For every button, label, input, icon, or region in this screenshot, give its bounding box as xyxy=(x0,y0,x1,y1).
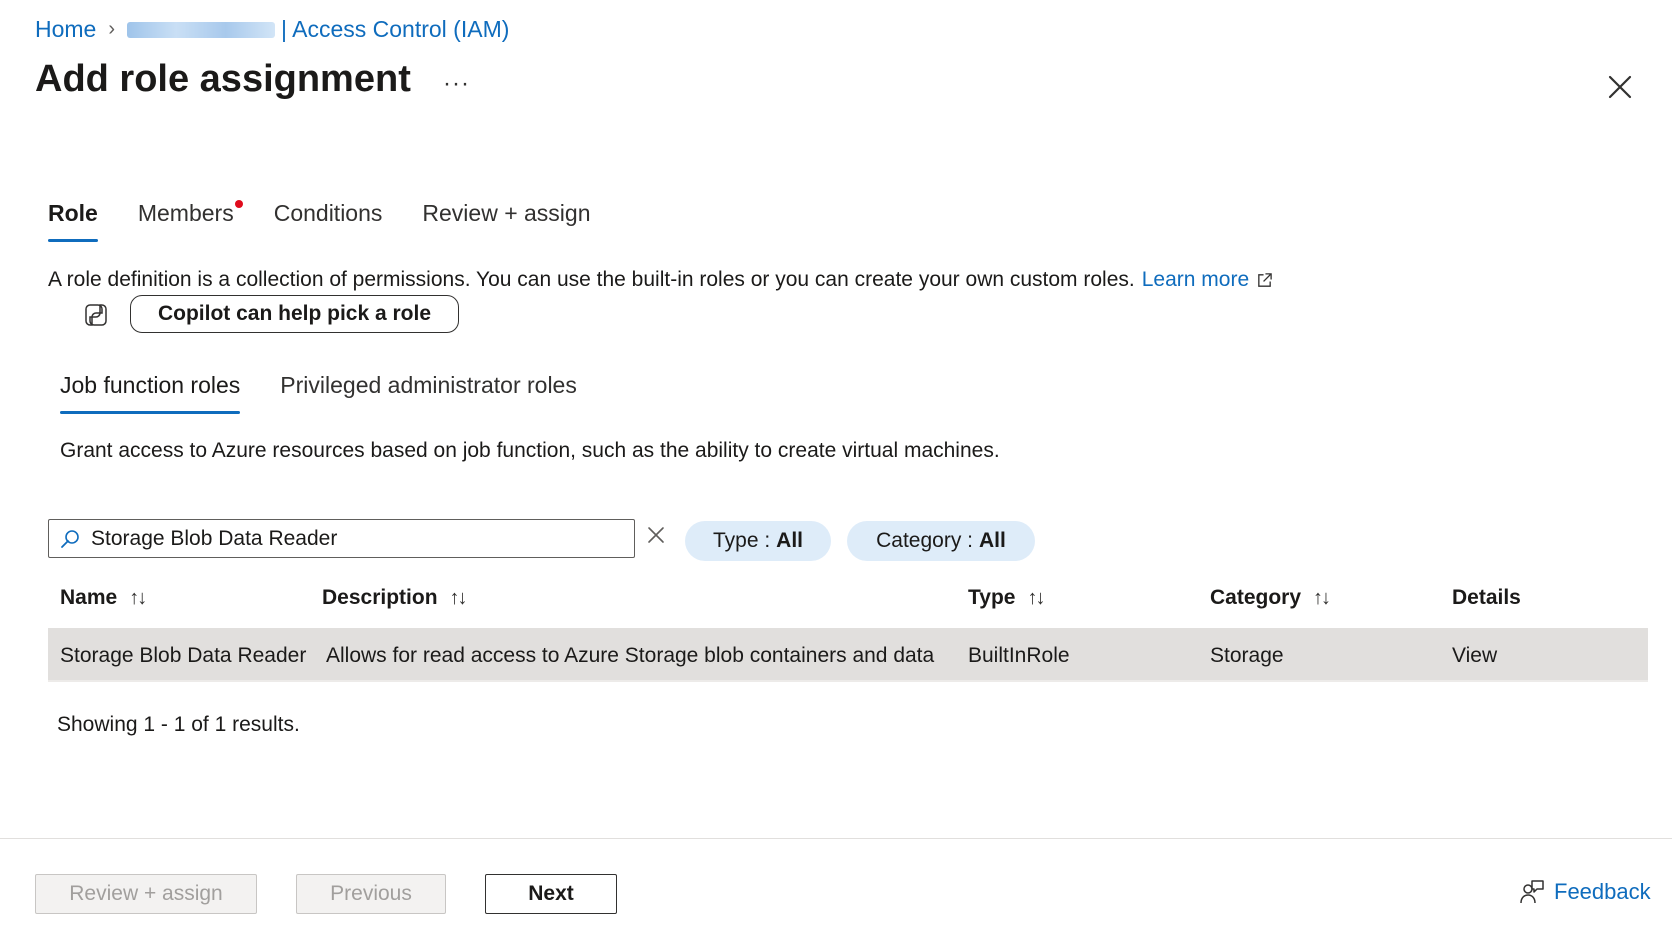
previous-button[interactable]: Previous xyxy=(296,874,446,914)
job-function-description: Grant access to Azure resources based on… xyxy=(60,439,1000,462)
column-header-type-label: Type xyxy=(968,586,1016,609)
role-type-tabs: Job function roles Privileged administra… xyxy=(60,372,617,414)
category-filter-label: Category : xyxy=(876,529,974,552)
learn-more-label: Learn more xyxy=(1141,268,1250,291)
close-icon[interactable] xyxy=(1605,72,1635,102)
category-filter-pill[interactable]: Category : All xyxy=(847,521,1035,561)
feedback-icon xyxy=(1520,880,1544,904)
cell-role-category: Storage xyxy=(1210,644,1284,667)
wizard-tabs: Role Members Conditions Review + assign xyxy=(48,200,631,242)
footer-divider xyxy=(0,838,1672,839)
search-input[interactable] xyxy=(89,525,613,552)
feedback-label: Feedback xyxy=(1554,879,1651,904)
search-icon xyxy=(61,529,79,548)
review-assign-button[interactable]: Review + assign xyxy=(35,874,257,914)
more-options-icon[interactable]: ··· xyxy=(443,70,470,98)
next-button[interactable]: Next xyxy=(485,874,617,914)
breadcrumb-home-link[interactable]: Home xyxy=(35,16,96,43)
results-count: Showing 1 - 1 of 1 results. xyxy=(57,713,300,736)
column-header-category[interactable]: Category ↑↓ xyxy=(1210,586,1331,610)
role-definition-text: A role definition is a collection of per… xyxy=(48,268,1135,291)
external-link-icon xyxy=(1258,272,1272,287)
clear-search-icon[interactable] xyxy=(645,524,667,546)
redacted-resource-name xyxy=(127,21,276,38)
column-header-details: Details xyxy=(1452,586,1521,609)
required-indicator-dot xyxy=(234,200,243,208)
type-filter-pill[interactable]: Type : All xyxy=(685,521,831,561)
column-header-description-label: Description xyxy=(322,586,438,609)
column-header-type[interactable]: Type ↑↓ xyxy=(968,586,1045,610)
tab-review-assign[interactable]: Review + assign xyxy=(422,200,590,237)
feedback-button[interactable]: Feedback xyxy=(1518,878,1651,906)
role-definition-description: A role definition is a collection of per… xyxy=(48,268,1273,292)
copilot-icon xyxy=(85,304,107,326)
tab-job-function-roles[interactable]: Job function roles xyxy=(60,372,241,414)
page-title: Add role assignment xyxy=(35,58,411,100)
breadcrumb-iam-link[interactable]: | Access Control (IAM) xyxy=(281,16,509,43)
type-filter-value: All xyxy=(776,529,804,552)
breadcrumb: Home › | Access Control (IAM) xyxy=(35,16,509,43)
sort-icon: ↑↓ xyxy=(129,586,147,609)
tab-privileged-admin-roles[interactable]: Privileged administrator roles xyxy=(280,372,577,411)
type-filter-label: Type : xyxy=(712,529,771,552)
tab-conditions[interactable]: Conditions xyxy=(274,200,383,237)
sort-icon: ↑↓ xyxy=(1027,586,1045,609)
column-header-category-label: Category xyxy=(1210,586,1302,609)
learn-more-link[interactable]: Learn more xyxy=(1142,268,1273,292)
tab-members[interactable]: Members xyxy=(137,200,243,237)
role-search-box[interactable] xyxy=(48,519,635,558)
sort-icon: ↑↓ xyxy=(449,586,468,609)
column-header-name[interactable]: Name ↑↓ xyxy=(60,586,147,610)
cell-role-type: BuiltInRole xyxy=(968,644,1070,667)
tab-members-label: Members xyxy=(137,200,234,226)
tab-role[interactable]: Role xyxy=(48,200,98,242)
category-filter-value: All xyxy=(979,529,1006,552)
chevron-right-icon: › xyxy=(108,18,116,40)
view-details-link[interactable]: View xyxy=(1452,644,1497,668)
column-header-name-label: Name xyxy=(60,586,118,609)
cell-role-name: Storage Blob Data Reader xyxy=(60,644,307,667)
cell-role-description: Allows for read access to Azure Storage … xyxy=(326,644,935,667)
column-header-description[interactable]: Description ↑↓ xyxy=(322,586,468,610)
sort-icon: ↑↓ xyxy=(1313,586,1331,609)
copilot-help-button[interactable]: Copilot can help pick a role xyxy=(130,295,459,333)
